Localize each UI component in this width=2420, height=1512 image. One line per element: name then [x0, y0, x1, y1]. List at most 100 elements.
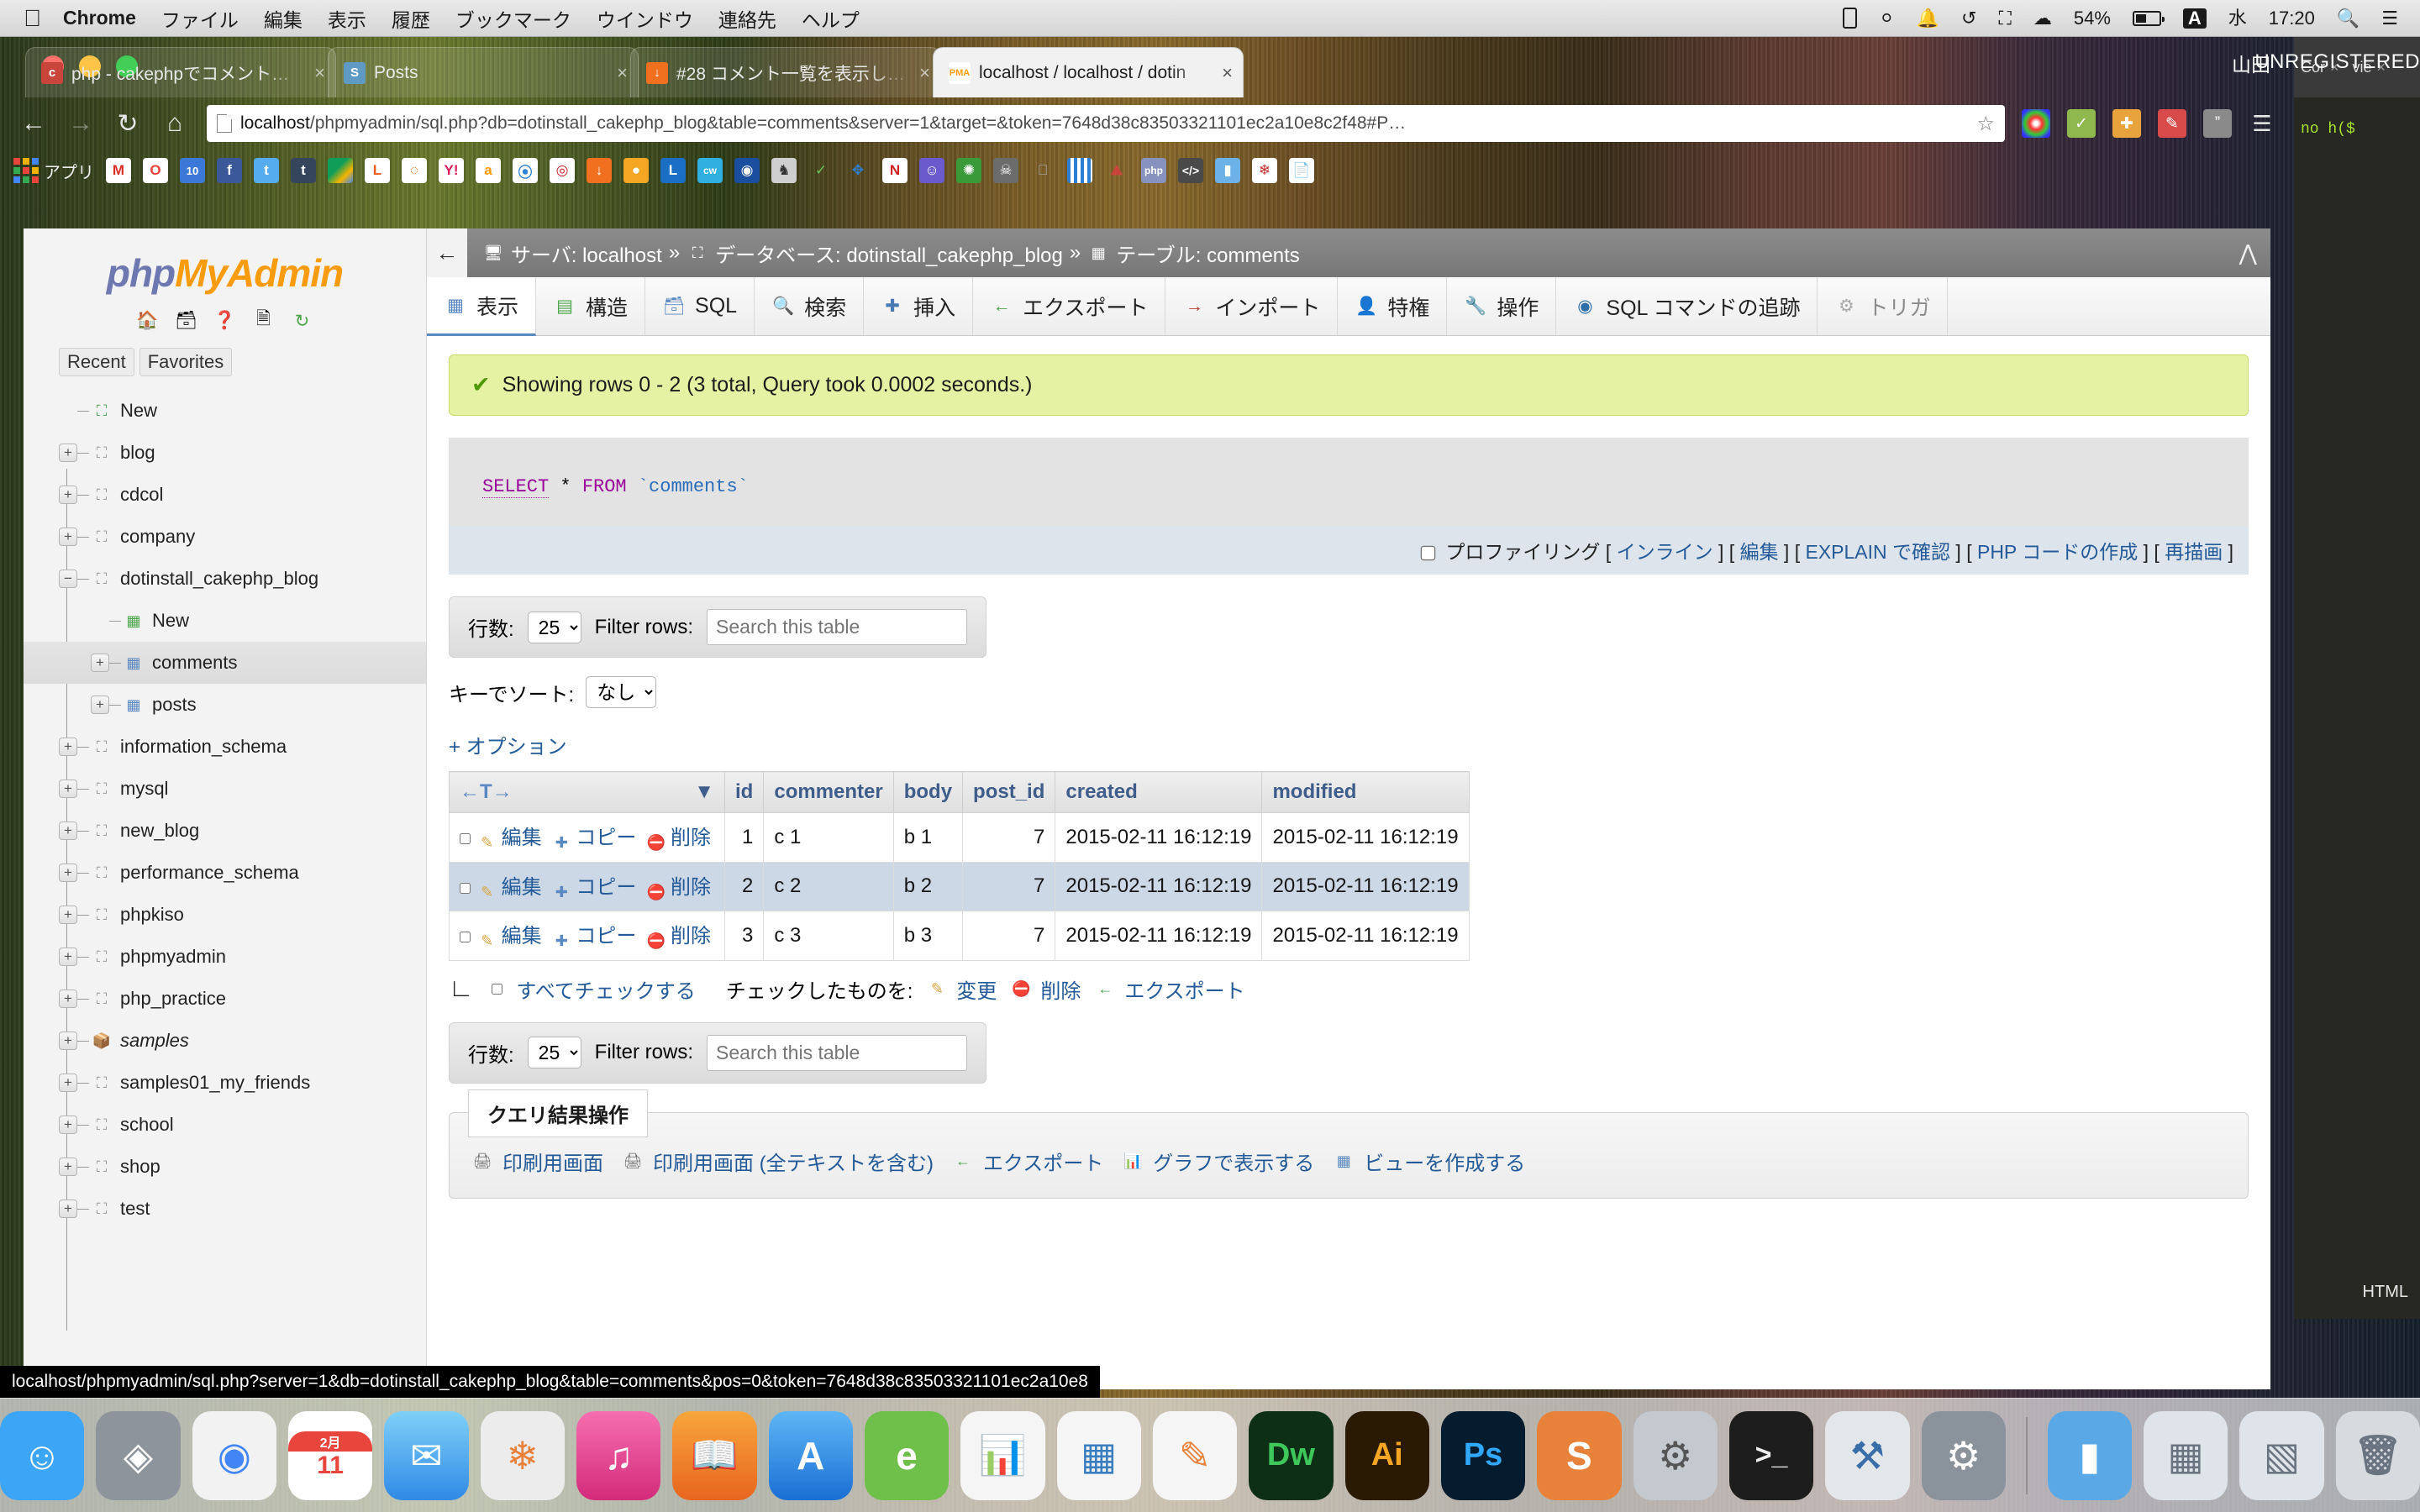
tumblr-icon[interactable]: t — [291, 158, 316, 183]
menu-item-history[interactable]: 履歴 — [392, 4, 430, 33]
xcode-icon[interactable]: ⚒ — [1825, 1410, 1910, 1500]
breadcrumb-database[interactable]: データベース: dotinstall_cakephp_blog — [715, 239, 1063, 268]
illustrator-icon[interactable]: Ai — [1344, 1410, 1429, 1500]
row-checkbox[interactable] — [460, 833, 471, 844]
bookmark-apps[interactable]: アプリ — [13, 158, 94, 183]
expander-plus-icon[interactable]: + — [91, 696, 109, 714]
water-icon[interactable]: ⦿ — [513, 158, 538, 183]
tree-node-samples01-my-friends[interactable]: + ⛶ samples01_my_friends — [59, 1062, 426, 1104]
chrome-profile-name[interactable]: 山田 — [2232, 49, 2270, 77]
expander-plus-icon[interactable]: + — [59, 486, 77, 504]
check-all-checkbox[interactable] — [492, 983, 503, 995]
mobile-device-icon[interactable] — [1843, 8, 1858, 29]
yahoo-icon[interactable]: Y! — [439, 158, 464, 183]
tab-operations[interactable]: 🔧 操作 — [1447, 277, 1557, 335]
bulk-edit-link[interactable]: 変更 — [956, 974, 997, 1004]
quote-icon[interactable]: ” — [2203, 109, 2232, 138]
airplay-icon[interactable]: ⛶ — [1998, 8, 2011, 28]
tree-node-information-schema[interactable]: + ⛶ information_schema — [59, 726, 426, 768]
delete-row-link[interactable]: ⛔ 削除 — [645, 827, 711, 851]
delete-row-link[interactable]: ⛔ 削除 — [645, 925, 711, 949]
menu-item-view[interactable]: 表示 — [328, 4, 366, 33]
tree-node-school[interactable]: + ⛶ school — [59, 1104, 426, 1146]
cw-icon[interactable]: cw — [697, 158, 723, 183]
appstore-icon[interactable]: A — [768, 1410, 853, 1500]
menu-item-help[interactable]: ヘルプ — [802, 4, 860, 33]
close-icon[interactable]: × — [617, 62, 628, 84]
browser-tab-1[interactable]: S Posts × — [328, 47, 639, 97]
apple-logo-icon[interactable]:  — [24, 6, 41, 30]
help-icon[interactable]: ❓ — [213, 309, 238, 333]
tree-node-new-blog[interactable]: + ⛶ new_blog — [59, 810, 426, 852]
expander-plus-icon[interactable]: + — [59, 906, 77, 924]
tab-insert[interactable]: ✚ 挿入 — [864, 277, 974, 335]
docs-icon[interactable]: 🗎 — [251, 309, 276, 333]
expander-plus-icon[interactable]: + — [59, 822, 77, 840]
breadcrumb-server[interactable]: サーバ: localhost — [511, 239, 662, 268]
collapse-icon[interactable]: ⋀ — [2239, 240, 2257, 266]
expander-plus-icon[interactable]: + — [59, 444, 77, 462]
tree-node-php-practice[interactable]: + ⛶ php_practice — [59, 978, 426, 1020]
edit-row-link[interactable]: ✎ 編集 — [476, 925, 542, 949]
expander-plus-icon[interactable]: + — [59, 990, 77, 1008]
tree-node-company[interactable]: + ⛶ company — [59, 516, 426, 558]
phpmyadmin-logo[interactable]: phpMyAdmin — [24, 250, 426, 296]
dreamweaver-icon[interactable]: Dw — [1249, 1410, 1334, 1500]
tab-structure[interactable]: ▤ 構造 — [536, 277, 646, 335]
tree-node-comments[interactable]: + ▦ comments — [24, 642, 426, 684]
chrome-menu-icon[interactable]: ☰ — [2249, 111, 2275, 137]
link-edit[interactable]: 編集 — [1740, 541, 1779, 563]
row-checkbox[interactable] — [460, 882, 471, 894]
expander-plus-icon[interactable]: + — [59, 528, 77, 546]
clock-time[interactable]: 17:20 — [2269, 8, 2315, 28]
navigate-columns-icon[interactable]: ←T→ — [460, 780, 513, 803]
tree-node-posts[interactable]: + ▦ posts — [59, 684, 426, 726]
menu-item-chrome[interactable]: Chrome — [63, 7, 136, 29]
edit-row-link[interactable]: ✎ 編集 — [476, 827, 542, 851]
tree-node-blog[interactable]: + ⛶ blog — [59, 432, 426, 474]
rows-per-page-select-bottom[interactable]: 25 — [527, 1037, 581, 1068]
link-create-php-code[interactable]: PHP コードの作成 — [1977, 541, 2138, 563]
tab-sql[interactable]: 🗃 SQL — [645, 277, 755, 335]
link-inline[interactable]: インライン — [1617, 541, 1713, 563]
tree-node-performance-schema[interactable]: + ⛶ performance_schema — [59, 852, 426, 894]
wifi-icon[interactable]: ☁ — [2033, 8, 2052, 28]
settings-icon[interactable]: ⚙ — [1633, 1410, 1718, 1500]
trash-icon[interactable]: 🗑 — [2335, 1410, 2420, 1500]
bulk-edit-action[interactable]: ✎ 変更 — [926, 974, 997, 1004]
copy-row-link[interactable]: ✚ コピー — [550, 876, 637, 900]
table-row[interactable]: ✎ 編集 ✚ コピー ⛔ 削除 1 c 1 b 1 7 2015-02-11 16:1… — [448, 812, 1470, 863]
itunes-icon[interactable]: ♫ — [576, 1410, 661, 1500]
bulk-export-action[interactable]: ← エクスポート — [1094, 974, 1244, 1004]
column-header-modified[interactable]: modified — [1261, 771, 1470, 813]
tree-node-test[interactable]: + ⛶ test — [59, 1188, 426, 1230]
expander-plus-icon[interactable]: + — [59, 1200, 77, 1218]
tab-browse[interactable]: ▦ 表示 — [427, 277, 537, 336]
l-blue-icon[interactable]: L — [660, 158, 686, 183]
mail-icon[interactable]: ✉ — [384, 1410, 469, 1500]
expander-plus-icon[interactable]: + — [59, 738, 77, 756]
check-green-icon[interactable]: ✓ — [2067, 109, 2096, 138]
monkey-icon[interactable]: ☺ — [919, 158, 944, 183]
home-icon[interactable]: 🏠 — [135, 309, 160, 333]
delete-row-link[interactable]: ⛔ 削除 — [645, 876, 711, 900]
orange-cross-icon[interactable]: ✚ — [2112, 109, 2141, 138]
column-header-post-id[interactable]: post_id — [962, 771, 1056, 813]
photos-icon[interactable]: ❄ — [480, 1410, 565, 1500]
table-row[interactable]: ✎ 編集 ✚ コピー ⛔ 削除 3 c 3 b 3 7 2015-02-11 16:1… — [448, 911, 1470, 961]
notification-bell-icon[interactable]: 🔔 — [1917, 8, 1939, 28]
firefox-icon[interactable]: ◌ — [402, 158, 427, 183]
close-icon[interactable]: × — [1222, 62, 1233, 84]
finder-icon[interactable]: ☺ — [0, 1410, 85, 1500]
keynote-icon[interactable]: ▦ — [1056, 1410, 1141, 1500]
php-icon[interactable]: php — [1141, 158, 1166, 183]
expander-plus-icon[interactable]: + — [59, 1158, 77, 1176]
expander-plus-icon[interactable]: + — [59, 1116, 77, 1134]
bulk-delete-link[interactable]: 削除 — [1040, 974, 1081, 1004]
close-icon[interactable]: × — [314, 62, 325, 84]
tab-tracking[interactable]: ◉ SQL コマンドの追跡 — [1556, 277, 1818, 335]
tree-node-new[interactable]: ⛶ New — [59, 390, 426, 432]
sql-query-icon[interactable]: 🗃 — [174, 309, 199, 333]
evernote-icon[interactable]: e — [864, 1410, 950, 1500]
home-icon[interactable]: ⌂ — [160, 109, 190, 138]
